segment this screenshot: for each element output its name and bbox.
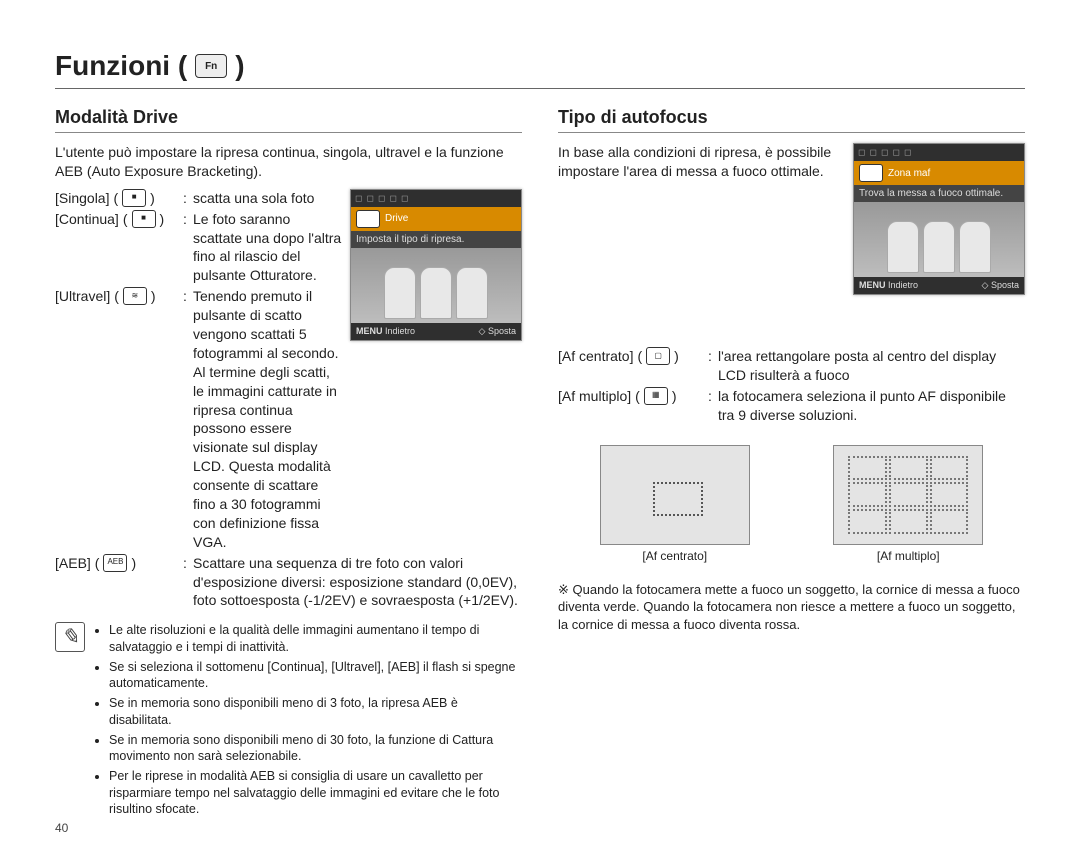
page-title-row: Funzioni ( Fn ) bbox=[55, 50, 1025, 89]
note-icon: ✎ bbox=[55, 622, 85, 652]
af-back: Indietro bbox=[888, 280, 918, 290]
af-center-term: [Af centrato] bbox=[558, 347, 633, 366]
af-move: Sposta bbox=[991, 280, 1019, 290]
af-zone-icon: ▢ bbox=[859, 164, 883, 182]
af-multi-desc: la fotocamera seleziona il punto AF disp… bbox=[718, 387, 1025, 425]
drive-heading: Modalità Drive bbox=[55, 107, 522, 133]
aeb-desc: Scattare una sequenza di tre foto con va… bbox=[193, 554, 522, 611]
ultravel-icon: ≋ bbox=[123, 287, 147, 305]
ultravel-desc: Tenendo premuto il pulsante di scatto ve… bbox=[193, 287, 342, 551]
note-item: Per le riprese in modalità AEB si consig… bbox=[109, 768, 522, 817]
drive-screenshot: ◻◻◻◻◻ ■ Drive Imposta il tipo di ripresa… bbox=[350, 189, 522, 341]
af-screenshot: ◻◻◻◻◻ ▢ Zona maf Trova la messa a fuoco … bbox=[853, 143, 1025, 295]
continua-desc: Le foto saranno scattate una dopo l'altr… bbox=[193, 210, 342, 286]
singola-desc: scatta una sola foto bbox=[193, 189, 342, 208]
right-column: Tipo di autofocus ◻◻◻◻◻ ▢ Zona maf Trova… bbox=[558, 107, 1025, 835]
af-menu-label: Zona maf bbox=[888, 168, 930, 179]
drive-menu-sub: Imposta il tipo di ripresa. bbox=[356, 234, 464, 245]
af-menu-sub: Trova la messa a fuoco ottimale. bbox=[859, 188, 1003, 199]
drive-intro: L'utente può impostare la ripresa contin… bbox=[55, 143, 522, 181]
ultravel-term: [Ultravel] bbox=[55, 287, 110, 306]
af-center-icon: ▢ bbox=[646, 347, 670, 365]
af-multi-diagram bbox=[833, 445, 983, 545]
drive-icon: ■ bbox=[356, 210, 380, 228]
left-column: Modalità Drive L'utente può impostare la… bbox=[55, 107, 522, 835]
page-title-close: ) bbox=[235, 50, 244, 82]
af-multi-icon: ▦ bbox=[644, 387, 668, 405]
camera-fn-icon: Fn bbox=[195, 54, 227, 78]
af-multi-caption: [Af multiplo] bbox=[833, 549, 983, 563]
drive-back: Indietro bbox=[385, 326, 415, 336]
note-item: Se in memoria sono disponibili meno di 3… bbox=[109, 695, 522, 728]
note-item: Se si seleziona il sottomenu [Continua],… bbox=[109, 659, 522, 692]
continua-term: [Continua] bbox=[55, 210, 119, 229]
drive-notes: ✎ Le alte risoluzioni e la qualità delle… bbox=[55, 622, 522, 821]
af-footnote: ※ Quando la fotocamera mette a fuoco un … bbox=[558, 581, 1025, 634]
page-number: 40 bbox=[55, 821, 522, 835]
af-center-desc: l'area rettangolare posta al centro del … bbox=[718, 347, 1025, 385]
single-icon: ■ bbox=[122, 189, 146, 207]
note-item: Se in memoria sono disponibili meno di 3… bbox=[109, 732, 522, 765]
af-heading: Tipo di autofocus bbox=[558, 107, 1025, 133]
page-title-text: Funzioni ( bbox=[55, 50, 187, 82]
note-item: Le alte risoluzioni e la qualità delle i… bbox=[109, 622, 522, 655]
manual-page: Funzioni ( Fn ) Modalità Drive L'utente … bbox=[0, 0, 1080, 855]
aeb-icon: AEB bbox=[103, 554, 127, 572]
af-multi-term: [Af multiplo] bbox=[558, 387, 631, 406]
drive-move: Sposta bbox=[488, 326, 516, 336]
af-center-caption: [Af centrato] bbox=[600, 549, 750, 563]
aeb-term: [AEB] bbox=[55, 554, 91, 573]
continuous-icon: ■ bbox=[132, 210, 156, 228]
singola-term: [Singola] bbox=[55, 189, 109, 208]
drive-menu-label: Drive bbox=[385, 213, 408, 224]
af-center-diagram bbox=[600, 445, 750, 545]
